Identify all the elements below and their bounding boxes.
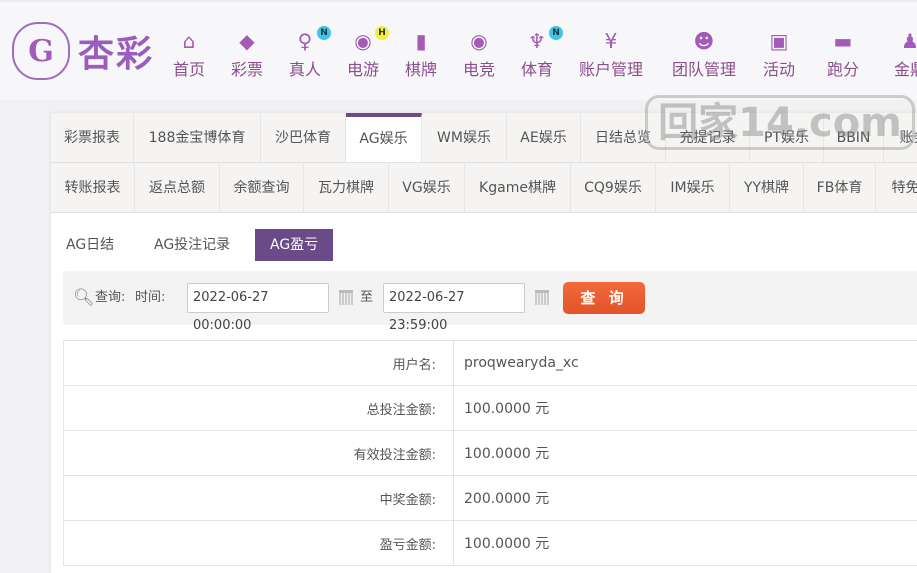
time-label: 时间:	[135, 271, 165, 325]
subtab-AG投注记录[interactable]: AG投注记录	[139, 229, 245, 261]
logo-text: 杏彩	[78, 25, 154, 77]
nav-item-7[interactable]: ¥ 账户管理	[579, 30, 643, 80]
row-value: proqwearyda_xc	[454, 341, 917, 386]
table-row: 有效投注金额:100.0000 元	[64, 431, 917, 476]
row-value: 100.0000 元	[454, 431, 917, 476]
query-bar: 🔍︎ 查询: 时间: 2022-06-27 00:00:00 至 2022-06…	[63, 271, 917, 325]
end-time-input[interactable]: 2022-06-27 23:59:00	[383, 283, 525, 313]
to-label: 至	[360, 271, 373, 325]
nav-item-5[interactable]: ◉ 电竞	[463, 30, 495, 80]
subtab-AG盈亏[interactable]: AG盈亏	[255, 229, 333, 261]
nav-label: 跑分	[827, 60, 859, 79]
tab-彩票报表[interactable]: 彩票报表	[51, 113, 134, 162]
tab-沙巴体育[interactable]: 沙巴体育	[261, 113, 346, 162]
yen-coin-icon: ¥	[599, 30, 623, 52]
nav-item-11[interactable]: ♟ 金鼎	[894, 30, 917, 80]
home-icon: ⌂	[177, 30, 201, 52]
nav-item-0[interactable]: ⌂ 首页	[173, 30, 205, 80]
tab-BBIN[interactable]: BBIN	[824, 113, 884, 162]
tab-转账报表[interactable]: 转账报表	[51, 163, 135, 212]
row-label: 有效投注金额:	[64, 431, 454, 476]
tab-AE娱乐[interactable]: AE娱乐	[507, 113, 581, 162]
badge-n: N	[317, 26, 331, 40]
tab-日结总览[interactable]: 日结总览	[581, 113, 666, 162]
nav-item-2[interactable]: ♀N 真人	[289, 30, 321, 80]
nav-item-3[interactable]: ◉H 电游	[347, 30, 379, 80]
tab-CQ9娱乐[interactable]: CQ9娱乐	[571, 163, 656, 212]
tab-返点总额[interactable]: 返点总额	[135, 163, 220, 212]
search-icon: 🔍︎	[73, 271, 95, 325]
nav-item-8[interactable]: ☻ 团队管理	[672, 30, 736, 80]
row-value: 200.0000 元	[454, 476, 917, 521]
tab-WM娱乐[interactable]: WM娱乐	[422, 113, 507, 162]
nav-item-9[interactable]: ▣ 活动	[763, 30, 795, 80]
badge-h: H	[375, 26, 389, 40]
nav-item-4[interactable]: ▮ 棋牌	[405, 30, 437, 80]
row-label: 中奖金额:	[64, 476, 454, 521]
gift-icon: ▣	[767, 30, 791, 52]
nav-label: 账户管理	[579, 60, 643, 79]
subtab-AG日结[interactable]: AG日结	[51, 229, 129, 261]
nav-label: 金鼎	[894, 60, 917, 79]
logo-mark: G	[12, 22, 70, 80]
tab-IM娱乐[interactable]: IM娱乐	[656, 163, 730, 212]
ticket-icon: ◆	[235, 30, 259, 52]
person-icon: ♟	[898, 30, 917, 52]
nav-label: 首页	[173, 60, 205, 79]
logo[interactable]: G 杏彩	[12, 22, 154, 80]
nav-label: 彩票	[231, 60, 263, 79]
report-tabs-row-2: 转账报表返点总额余额查询瓦力棋牌VG娱乐Kgame棋牌CQ9娱乐IM娱乐YY棋牌…	[51, 163, 917, 213]
tab-YY棋牌[interactable]: YY棋牌	[730, 163, 804, 212]
report-tabs-row-1: 彩票报表188金宝博体育沙巴体育AG娱乐WM娱乐AE娱乐日结总览充提记录PT娱乐…	[51, 113, 917, 163]
table-row: 中奖金额:200.0000 元	[64, 476, 917, 521]
header: G 杏彩 ⌂ 首页 ◆ 彩票 ♀N 真人 ◉H 电游 ▮ 棋牌 ◉ 电竞 ♆N 体育 ¥ 账户管理 ☻ 团队管理 ▣…	[0, 0, 917, 100]
table-row: 总投注金额:100.0000 元	[64, 386, 917, 431]
profit-loss-table: 用户名:proqwearyda_xc总投注金额:100.0000 元有效投注金额…	[63, 340, 917, 566]
tab-VG娱乐[interactable]: VG娱乐	[389, 163, 465, 212]
tab-FB体育[interactable]: FB体育	[804, 163, 876, 212]
tab-Kgame棋牌[interactable]: Kgame棋牌	[465, 163, 571, 212]
nav-label: 体育	[521, 60, 553, 79]
gamepad-icon: ◉	[467, 30, 491, 52]
row-label: 盈亏金额:	[64, 521, 454, 566]
row-value: 100.0000 元	[454, 386, 917, 431]
nav-item-6[interactable]: ♆N 体育	[521, 30, 553, 80]
badge-n: N	[549, 26, 563, 40]
row-value: 100.0000 元	[454, 521, 917, 566]
trophy-icon: ♆N	[525, 30, 549, 52]
query-button[interactable]: 查 询	[563, 282, 645, 314]
tab-充提记录[interactable]: 充提记录	[666, 113, 750, 162]
nav-item-10[interactable]: ▬ 跑分	[827, 30, 859, 80]
row-label: 总投注金额:	[64, 386, 454, 431]
rhino-icon: ▬	[831, 30, 855, 52]
tab-特免[interactable]: 特免	[876, 163, 917, 212]
nav-label: 棋牌	[405, 60, 437, 79]
table-row: 盈亏金额:100.0000 元	[64, 521, 917, 566]
cards-icon: ▮	[409, 30, 433, 52]
nav-label: 团队管理	[672, 60, 736, 79]
table-row: 用户名:proqwearyda_xc	[64, 341, 917, 386]
gamepad-icon: ◉H	[351, 30, 375, 52]
report-panel: 彩票报表188金宝博体育沙巴体育AG娱乐WM娱乐AE娱乐日结总览充提记录PT娱乐…	[51, 113, 917, 573]
nav-label: 电游	[347, 60, 379, 79]
tab-账务[interactable]: 账务	[884, 113, 917, 162]
nav-label: 电竞	[463, 60, 495, 79]
nav-label: 活动	[763, 60, 795, 79]
query-label: 查询:	[95, 271, 125, 325]
tab-188金宝博体育[interactable]: 188金宝博体育	[134, 113, 261, 162]
team-icon: ☻	[692, 30, 716, 52]
tab-AG娱乐[interactable]: AG娱乐	[346, 113, 422, 162]
calendar-icon[interactable]	[339, 290, 353, 305]
start-time-input[interactable]: 2022-06-27 00:00:00	[187, 283, 329, 313]
dealer-icon: ♀N	[293, 30, 317, 52]
tab-瓦力棋牌[interactable]: 瓦力棋牌	[304, 163, 389, 212]
tab-PT娱乐[interactable]: PT娱乐	[750, 113, 824, 162]
row-label: 用户名:	[64, 341, 454, 386]
tab-余额查询[interactable]: 余额查询	[220, 163, 304, 212]
nav-label: 真人	[289, 60, 321, 79]
nav-item-1[interactable]: ◆ 彩票	[231, 30, 263, 80]
calendar-icon[interactable]	[535, 290, 549, 305]
